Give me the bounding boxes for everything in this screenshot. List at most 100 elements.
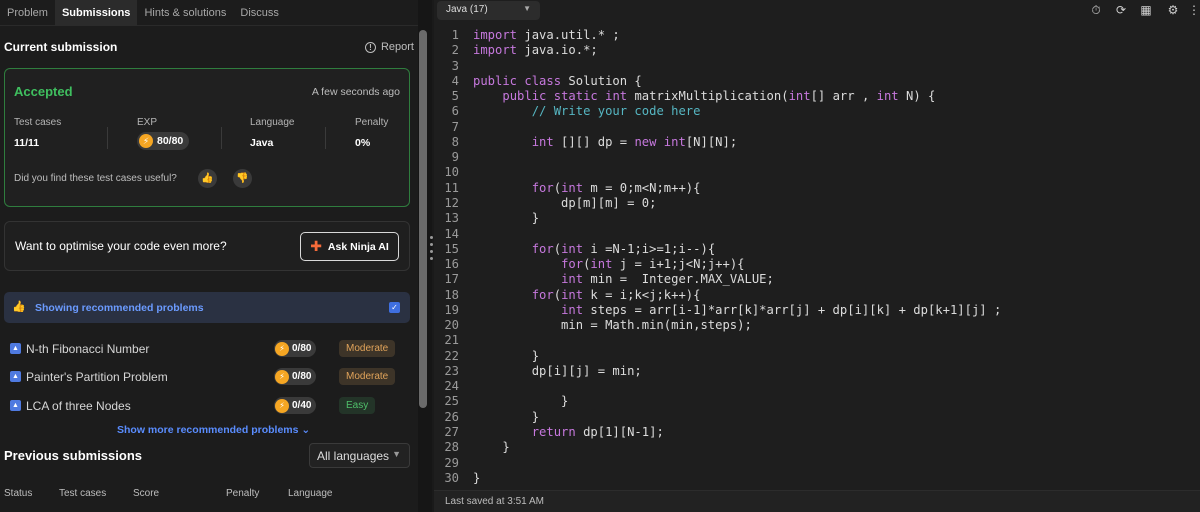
line-number: 20 [444, 318, 459, 333]
layout-icon[interactable]: ▦ [1138, 2, 1154, 18]
code-line[interactable]: 13 } [434, 211, 1200, 226]
column-language: Language [288, 488, 333, 499]
code-text[interactable]: // Write your code here [473, 104, 701, 119]
code-line[interactable]: 20 min = Math.min(min,steps); [434, 318, 1200, 333]
thumbs-up-icon: ▲ [10, 400, 21, 411]
submission-time: A few seconds ago [311, 86, 400, 98]
line-number: 8 [451, 134, 459, 149]
line-number: 3 [451, 58, 459, 73]
code-text[interactable]: dp[i][j] = min; [473, 364, 642, 379]
code-line[interactable]: 7 [434, 120, 1200, 135]
code-line[interactable]: 26 } [434, 410, 1200, 425]
tab-submissions[interactable]: Submissions [54, 0, 138, 26]
language-dropdown[interactable]: Java (17) ▼ [437, 1, 540, 20]
column-penalty: Penalty [226, 488, 260, 499]
code-line[interactable]: 5 public static int matrixMultiplication… [434, 89, 1200, 104]
ask-ninja-ai-button[interactable]: ✚ Ask Ninja AI [300, 232, 399, 261]
code-text[interactable]: } [473, 349, 539, 364]
thumbs-up-icon: 👍 [12, 301, 26, 313]
accepted-card: Accepted A few seconds ago Test cases 11… [4, 68, 410, 207]
line-number: 15 [444, 241, 459, 256]
problem-name[interactable]: N-th Fibonacci Number [26, 342, 149, 356]
divider [221, 127, 222, 149]
code-line[interactable]: 1 import java.util.* ; [434, 28, 1200, 43]
list-item[interactable]: ▲ N-th Fibonacci Number ⚡ 0/80 Moderate [10, 340, 406, 360]
show-more-button[interactable]: Show more recommended problems ⌄ [117, 424, 310, 436]
line-number: 13 [444, 211, 459, 226]
editor-status-bar: Last saved at 3:51 AM [434, 490, 1200, 512]
thumbs-down-icon[interactable]: 👎 [233, 169, 252, 188]
code-line[interactable]: 18 for(int k = i;k<j;k++){ [434, 288, 1200, 303]
list-item[interactable]: ▲ LCA of three Nodes ⚡ 0/40 Easy [10, 397, 406, 417]
reset-icon[interactable]: ⟳ [1113, 2, 1129, 18]
report-button[interactable]: ! Report [364, 41, 414, 53]
code-line[interactable]: 24 [434, 379, 1200, 394]
code-line[interactable]: 30} [434, 471, 1200, 486]
code-text[interactable]: int [][] dp = new int[N][N]; [473, 135, 737, 150]
recommended-checkbox[interactable]: ✓ [389, 302, 400, 313]
code-line[interactable]: 4 public class Solution { [434, 74, 1200, 89]
code-text[interactable]: public class Solution { [473, 74, 642, 89]
problem-name[interactable]: LCA of three Nodes [26, 399, 131, 413]
code-line[interactable]: 21 [434, 333, 1200, 348]
code-line[interactable]: 8 int [][] dp = new int[N][N]; [434, 135, 1200, 150]
code-editor[interactable]: 1 import java.util.* ; 2 import java.io.*; 3… [434, 28, 1200, 490]
code-text[interactable]: import java.util.* ; [473, 28, 620, 43]
code-text[interactable]: } [473, 440, 509, 455]
chevron-down-icon: ▼ [523, 4, 531, 13]
code-line[interactable]: 22 } [434, 349, 1200, 364]
code-text[interactable]: for(int m = 0;m<N;m++){ [473, 181, 701, 196]
app: Problem Submissions Hints & solutions Di… [0, 0, 1200, 512]
code-text[interactable]: min = Math.min(min,steps); [473, 318, 752, 333]
tab-problem[interactable]: Problem [0, 0, 55, 26]
problem-score: ⚡ 0/80 [274, 368, 317, 385]
left-panel-scrollbar[interactable] [419, 30, 427, 408]
code-line[interactable]: 16 for(int j = i+1;j<N;j++){ [434, 257, 1200, 272]
settings-icon[interactable]: ⚙ [1165, 2, 1181, 18]
line-number: 2 [451, 43, 459, 58]
code-line[interactable]: 3 [434, 59, 1200, 74]
list-item[interactable]: ▲ Painter's Partition Problem ⚡ 0/80 Mode… [10, 368, 406, 388]
code-text[interactable]: for(int i =N-1;i>=1;i--){ [473, 242, 715, 257]
code-text[interactable]: } [473, 471, 480, 486]
recommended-bar: 👍 Showing recommended problems ✓ [4, 292, 410, 323]
problem-name[interactable]: Painter's Partition Problem [26, 370, 168, 384]
code-line[interactable]: 9 [434, 150, 1200, 165]
thumbs-up-icon[interactable]: 👍 [198, 169, 217, 188]
tab-discuss[interactable]: Discuss [233, 0, 286, 26]
code-line[interactable]: 29 [434, 456, 1200, 471]
code-line[interactable]: 2 import java.io.*; [434, 43, 1200, 58]
code-line[interactable]: 15 for(int i =N-1;i>=1;i--){ [434, 242, 1200, 257]
code-text[interactable]: } [473, 410, 539, 425]
line-number: 14 [444, 226, 459, 241]
code-text[interactable]: int steps = arr[i-1]*arr[k]*arr[j] + dp[… [473, 303, 1001, 318]
code-text[interactable]: for(int k = i;k<j;k++){ [473, 288, 701, 303]
code-line[interactable]: 17 int min = Integer.MAX_VALUE; [434, 272, 1200, 287]
code-text[interactable]: return dp[1][N-1]; [473, 425, 664, 440]
code-line[interactable]: 6 // Write your code here [434, 104, 1200, 119]
code-line[interactable]: 11 for(int m = 0;m<N;m++){ [434, 181, 1200, 196]
code-line[interactable]: 14 [434, 227, 1200, 242]
timer-icon[interactable]: ⏱ [1088, 2, 1104, 18]
code-text[interactable]: dp[m][m] = 0; [473, 196, 656, 211]
line-number: 23 [444, 363, 459, 378]
more-icon[interactable]: ⋮ [1186, 2, 1200, 18]
code-line[interactable]: 10 [434, 165, 1200, 180]
code-line[interactable]: 23 dp[i][j] = min; [434, 364, 1200, 379]
language-filter-select[interactable]: All languages ▼ [309, 443, 410, 468]
code-text[interactable]: } [473, 211, 539, 226]
code-line[interactable]: 12 dp[m][m] = 0; [434, 196, 1200, 211]
code-line[interactable]: 25 } [434, 394, 1200, 409]
code-line[interactable]: 28 } [434, 440, 1200, 455]
line-number: 5 [451, 89, 459, 104]
code-line[interactable]: 27 return dp[1][N-1]; [434, 425, 1200, 440]
code-text[interactable]: } [473, 394, 568, 409]
code-text[interactable]: for(int j = i+1;j<N;j++){ [473, 257, 744, 272]
code-line[interactable]: 19 int steps = arr[i-1]*arr[k]*arr[j] + … [434, 303, 1200, 318]
previous-submissions-title: Previous submissions [4, 448, 142, 463]
code-text[interactable]: public static int matrixMultiplication(i… [473, 89, 935, 104]
code-text[interactable]: int min = Integer.MAX_VALUE; [473, 272, 774, 287]
tab-hints-solutions[interactable]: Hints & solutions [137, 0, 233, 26]
code-text[interactable]: import java.io.*; [473, 43, 598, 58]
line-number: 17 [444, 272, 459, 287]
